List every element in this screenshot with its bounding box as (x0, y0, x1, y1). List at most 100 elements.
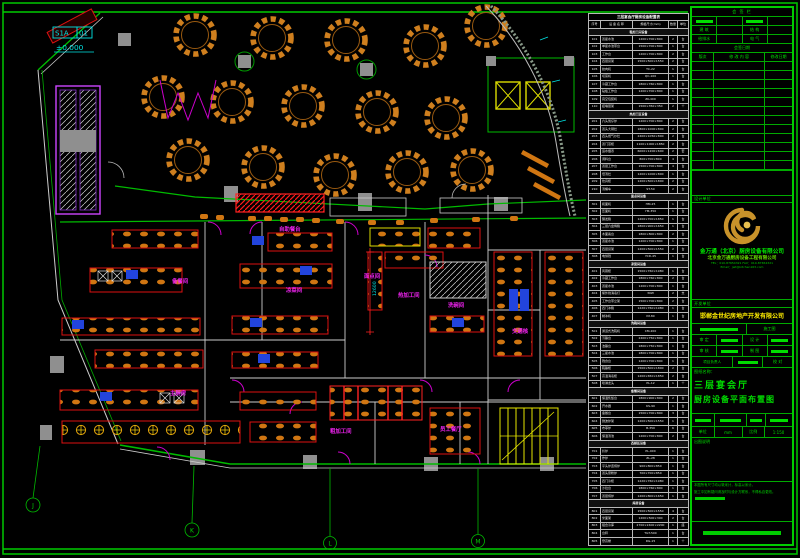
room-label: 员工餐厅 (440, 425, 462, 433)
schedule-item-row: 803组合冷库2700×2400×22001座 (589, 522, 689, 529)
schedule-item-row: 110挂墙层架1500×350×3502个 (589, 103, 689, 110)
schedule-item-row: 705四门冷柜1220×760×19801台 (589, 478, 689, 485)
discipline-label: 给排水 (692, 35, 717, 43)
schedule-item-row: 506碗碟柜1500×500×18002台 (589, 365, 689, 372)
discipline-label: 电 气 (743, 35, 768, 43)
schedule-item-row: 107冷藏工作台1800×760×8001台 (589, 81, 689, 88)
schedule-item-row: 203四头燃气炒灶2400×1050×8002台 (589, 133, 689, 140)
schedule-item-row: 702炸炉ZL-281台 (589, 455, 689, 462)
schedule-item-row: 406四门冰箱1220×760×19801台 (589, 305, 689, 312)
schedule-item-row: 205运水烟罩6000×1200×6002套 (589, 148, 689, 155)
note-line: 本图所有尺寸均以毫米计，标高以米计。 (692, 482, 792, 489)
room-label: 粗加工间 (330, 427, 352, 435)
schedule-item-row: 103工作台1200×700×8002台 (589, 51, 689, 58)
room-label: 热加工间 (398, 291, 420, 299)
revision-empty-row (692, 125, 792, 134)
approve-label: 校 对 (763, 357, 792, 367)
schedule-item-row: 707双层焗炉1200×800×16501台 (589, 493, 689, 500)
plot-notes-panel: 出图说明 (692, 438, 792, 482)
revision-empty-row (692, 62, 792, 71)
schedule-item-row: 604微波炉架1200×500×15501台 (589, 418, 689, 425)
schedule-item-row: 701扒炉PL-9001台 (589, 448, 689, 455)
schedule-item-row: 202双头大锅灶1800×1000×8002台 (589, 126, 689, 133)
unit-label: 单位 (692, 427, 715, 437)
approve-label: 审 核 (692, 346, 717, 356)
company-logo (721, 205, 763, 247)
schedule-item-row: 105绞肉机TC-221台 (589, 66, 689, 73)
schedule-item-row: 508喷淋龙头PL-121个 (589, 380, 689, 387)
room-label: 交通核 (512, 327, 529, 335)
approve-label: 项目负责人 (692, 357, 733, 367)
schedule-section-row: 热加工区设备 (589, 111, 689, 118)
schedule-item-row: 602开水器KS-901台 (589, 403, 689, 410)
signature-mark (692, 17, 717, 25)
schedule-item-row: 407制冰机IM-801台 (589, 313, 689, 320)
schedule-title: 三层宴会厅厨房设备配置表 (589, 14, 689, 21)
schedule-item-row: 204双门蒸柜1100×1000×18502台 (589, 141, 689, 148)
room-label: 自助餐台 (279, 225, 301, 233)
room-label: 洗碗间 (448, 301, 465, 309)
schedule-item-row: 304三层六盘烤箱1800×900×16501台 (589, 223, 689, 230)
schedule-item-row: 404紫外线消毒灯30W2支 (589, 290, 689, 297)
equipment-schedule-table: 三层宴会厅厨房设备配置表序号设 备 名 称规格尺寸(mm)数量单位粗加工间设备1… (588, 13, 688, 546)
developer-name: 邯郸金世纪房地产开发有限公司 (700, 311, 784, 320)
schedule-section-row: 备餐间设备 (589, 388, 689, 395)
discipline-label: 结 构 (743, 26, 768, 34)
schedule-item-row: 302压面机YM-3501台 (589, 208, 689, 215)
sign-date-label: 会签日期 (692, 44, 792, 52)
schedule-item-row: 502污碟台2400×750×8001台 (589, 335, 689, 342)
schedule-item-row: 209炊具柜1200×500×18002台 (589, 178, 689, 185)
schedule-item-row: 805登高梯DG-151个 (589, 537, 689, 545)
marker-code2: 01 (79, 30, 88, 38)
axis-bubble-label: M (475, 539, 480, 546)
discipline-label: 建 筑 (692, 26, 717, 34)
revision-rows (692, 62, 792, 171)
stage-mark (692, 324, 747, 334)
dimension-text: 12600 (372, 281, 378, 296)
axis-bubble-label: L (328, 541, 332, 548)
schedule-item-row: 305木面案台1800×800×8002台 (589, 231, 689, 238)
schedule-item-row: 504三星水池1800×700×8001台 (589, 350, 689, 357)
schedule-item-row: 606保温汤池1200×700×8002台 (589, 433, 689, 440)
axis-bubble-label: J (31, 503, 34, 510)
company-name-cn: 金万通（北京）厨房设备有限公司 (700, 247, 784, 255)
schedule-item-row: 210汤桶车ST-502台 (589, 186, 689, 193)
scale-label: 比例 (743, 427, 766, 437)
rev-header: 修 改 内 容 (714, 53, 765, 61)
schedule-section-row: 凉菜间设备 (589, 260, 689, 267)
schedule-item-row: 306双星水池1200×700×8001台 (589, 238, 689, 245)
drawing-name-line2: 厨房设备平面布置图 (694, 394, 790, 405)
sign-column-title: 会 签 栏 (692, 8, 792, 16)
stage-label: 施工图 (747, 324, 792, 334)
staircase (500, 408, 558, 464)
dev-unit-label: 开发单位 (692, 300, 792, 307)
revision-empty-row (692, 143, 792, 152)
banquet-tables (144, 7, 505, 194)
revision-empty-row (692, 80, 792, 89)
kitchen-benches (60, 228, 583, 454)
room-label: 备餐间 (171, 277, 189, 285)
note-line: 施工中如有疑问请及时与设计方联系，不得私自更改。 (692, 489, 792, 496)
rev-header: 修改日期 (765, 53, 792, 61)
schedule-item-row: 503洁碟台1800×750×8001台 (589, 343, 689, 350)
schedule-item-row: 703平头炉连焗炉900×800×8501台 (589, 463, 689, 470)
schedule-item-row: 102单星水池带台1500×700×8001台 (589, 43, 689, 50)
title-block: 会 签 栏 建 筑 结 构 给排水 电 气 会签日期 版次 修 改 内 容 修改… (690, 6, 794, 546)
schedule-item-row: 308电饼铛YCD-451台 (589, 253, 689, 260)
revision-empty-row (692, 152, 792, 161)
drawing-name-line1: 三层宴会厅 (694, 378, 790, 391)
schedule-item-row: 403双星水池1200×700×8001台 (589, 283, 689, 290)
revision-empty-row (692, 116, 792, 125)
schedule-item-row: 801四层货架1500×500×15504台 (589, 507, 689, 514)
revision-empty-row (692, 107, 792, 116)
schedule-item-row: 706沙拉台1800×760×8001台 (589, 485, 689, 492)
schedule-item-row: 601保温售饭台1800×900×8002台 (589, 395, 689, 402)
marker-level: ±0.000 (56, 43, 84, 52)
scale-value: 1:150 (765, 427, 792, 437)
cad-viewport: 12600 S1A 01 ±0.000 自助餐台 备餐间 凉菜间 面点间 热加工… (0, 0, 800, 558)
marker-code1: S1A (55, 30, 69, 38)
revision-empty-row (692, 134, 792, 143)
schedule-item-row: 402冷藏工作台1800×760×8002台 (589, 275, 689, 282)
unit-value: mm (715, 427, 743, 437)
revision-empty-row (692, 161, 792, 170)
